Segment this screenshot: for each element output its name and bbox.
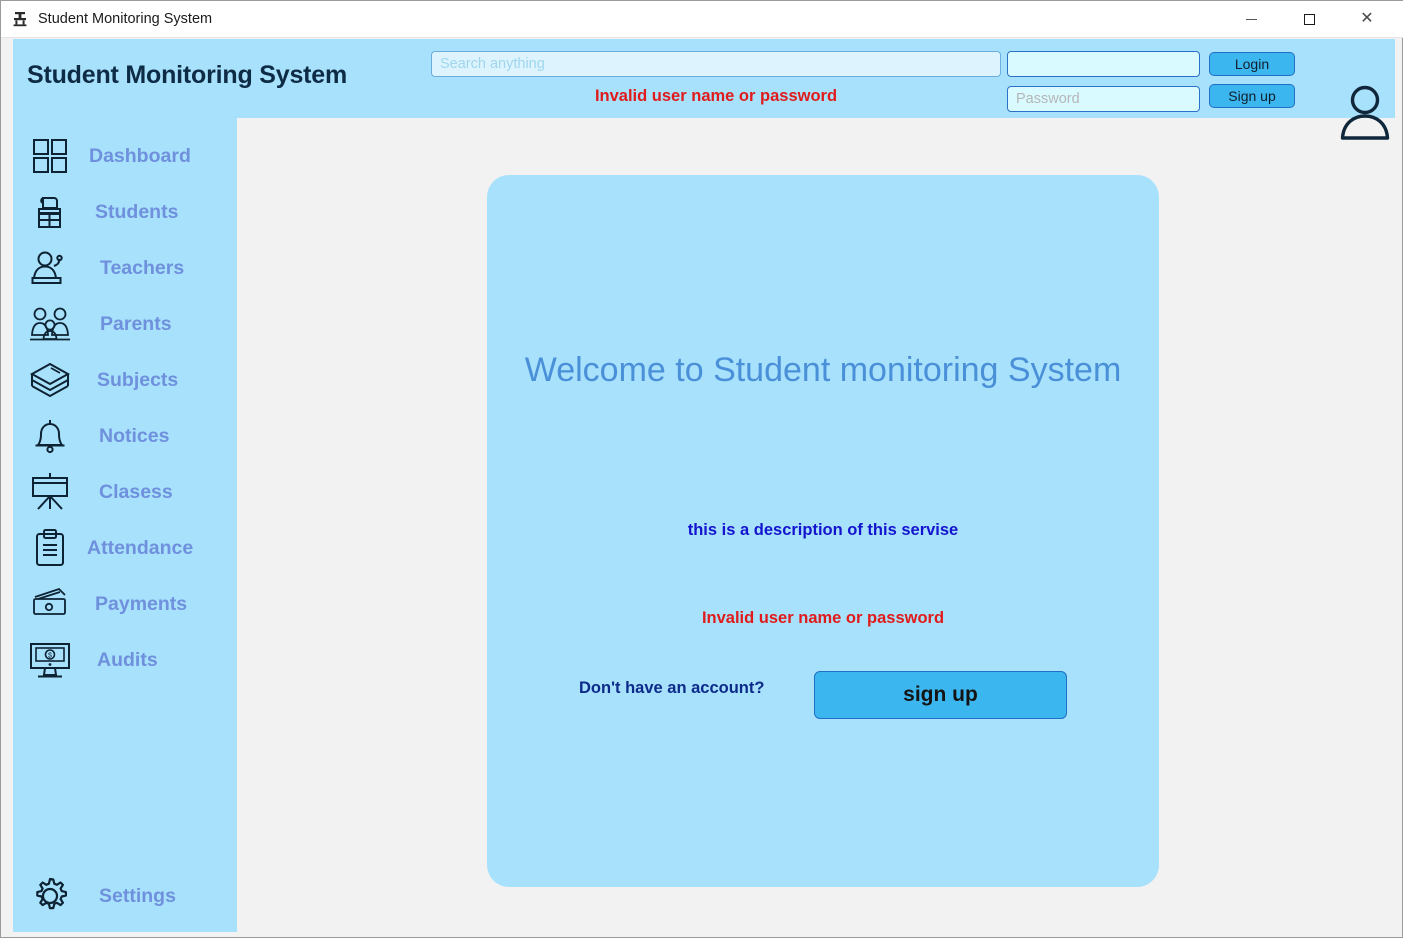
sidebar-item-label: Students bbox=[95, 200, 179, 223]
minimize-icon bbox=[1245, 18, 1257, 20]
family-icon bbox=[27, 301, 73, 347]
sidebar-item-students[interactable]: Students bbox=[13, 184, 237, 240]
whiteboard-easel-icon bbox=[27, 469, 73, 515]
window-title: Student Monitoring System bbox=[38, 11, 213, 27]
maximize-icon bbox=[1303, 13, 1315, 25]
signup-prompt-label: Don't have an account? bbox=[579, 679, 765, 697]
sidebar-item-payments[interactable]: Payments bbox=[13, 576, 237, 632]
teacher-podium-icon bbox=[27, 245, 73, 291]
sidebar-item-parents[interactable]: Parents bbox=[13, 296, 237, 352]
maximize-button[interactable] bbox=[1286, 1, 1332, 37]
sidebar-item-label: Attendance bbox=[87, 536, 194, 559]
monitor-money-icon: $ bbox=[27, 637, 73, 683]
student-icon bbox=[27, 189, 73, 235]
sidebar-item-label: Subjects bbox=[97, 368, 179, 391]
sidebar-navigation: Dashboard Students Teachers Parents Subj… bbox=[13, 118, 237, 932]
card-description: this is a description of this servise bbox=[687, 521, 959, 539]
close-button[interactable]: ✕ bbox=[1344, 1, 1390, 37]
application-window: Student Monitoring System ✕ Student Moni… bbox=[0, 0, 1403, 938]
password-field[interactable] bbox=[1007, 86, 1200, 112]
app-brand-title: Student Monitoring System bbox=[27, 61, 348, 89]
signup-button[interactable]: sign up bbox=[814, 671, 1067, 719]
sidebar-item-label: Teachers bbox=[100, 256, 185, 279]
sidebar-item-notices[interactable]: Notices bbox=[13, 408, 237, 464]
username-field[interactable] bbox=[1007, 51, 1200, 77]
sidebar-item-teachers[interactable]: Teachers bbox=[13, 240, 237, 296]
sidebar-item-label: Dashboard bbox=[89, 144, 191, 167]
minimize-button[interactable] bbox=[1228, 1, 1274, 37]
sidebar-item-label: Audits bbox=[97, 648, 158, 671]
sidebar-item-settings[interactable]: Settings bbox=[13, 868, 237, 924]
sidebar-item-label: Parents bbox=[100, 312, 172, 335]
sidebar-item-clasess[interactable]: Clasess bbox=[13, 464, 237, 520]
sidebar-item-label: Payments bbox=[95, 592, 188, 615]
sidebar-item-label: Clasess bbox=[99, 480, 173, 503]
app-icon bbox=[11, 10, 29, 28]
search-input[interactable] bbox=[431, 51, 1001, 77]
card-error-message: Invalid user name or password bbox=[701, 609, 945, 627]
gear-icon bbox=[27, 873, 73, 919]
bell-icon bbox=[27, 413, 73, 459]
sidebar-item-attendance[interactable]: Attendance bbox=[13, 520, 237, 576]
clipboard-icon bbox=[27, 525, 73, 571]
header-signup-button[interactable]: Sign up bbox=[1209, 84, 1295, 108]
close-icon: ✕ bbox=[1360, 10, 1374, 27]
card-title: Welcome to Student monitoring System bbox=[524, 351, 1122, 389]
books-stack-icon bbox=[27, 357, 73, 403]
sidebar-item-subjects[interactable]: Subjects bbox=[13, 352, 237, 408]
app-header: Student Monitoring System Invalid user n… bbox=[13, 39, 1395, 140]
sidebar-item-label: Settings bbox=[99, 884, 176, 907]
dashboard-grid-icon bbox=[27, 133, 73, 179]
sidebar-item-label: Notices bbox=[99, 424, 170, 447]
welcome-card: Welcome to Student monitoring System thi… bbox=[487, 175, 1159, 887]
window-titlebar: Student Monitoring System ✕ bbox=[1, 1, 1403, 38]
user-avatar-icon[interactable] bbox=[1335, 83, 1395, 141]
sidebar-item-audits[interactable]: $ Audits bbox=[13, 632, 237, 688]
wallet-money-icon bbox=[27, 581, 73, 627]
svg-text:$: $ bbox=[48, 653, 52, 660]
header-error-message: Invalid user name or password bbox=[594, 87, 838, 105]
login-button[interactable]: Login bbox=[1209, 52, 1295, 76]
sidebar-item-dashboard[interactable]: Dashboard bbox=[13, 128, 237, 184]
